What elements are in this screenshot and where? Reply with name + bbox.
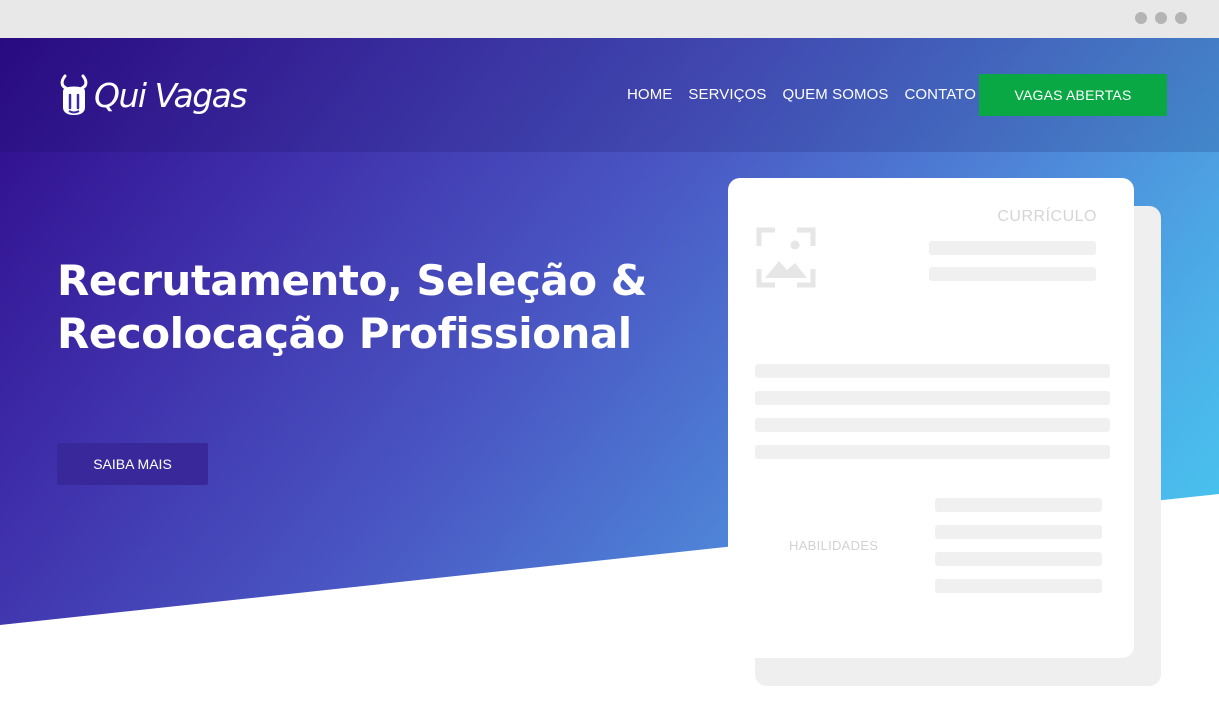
resume-card-title: CURRÍCULO <box>997 208 1097 225</box>
resume-body-line <box>755 391 1110 405</box>
window-control-dot-icon[interactable] <box>1135 12 1147 24</box>
hero-section: Qui Vagas HOME SERVIÇOS QUEM SOMOS CONTA… <box>0 38 1219 702</box>
nav-item-contato[interactable]: CONTATO <box>904 86 976 103</box>
site-logo[interactable]: Qui Vagas <box>56 73 248 117</box>
browser-chrome-bar <box>0 0 1219 38</box>
resume-body-line <box>755 445 1110 459</box>
skills-line <box>935 498 1102 512</box>
resume-header-line <box>929 267 1096 281</box>
bull-logo-icon <box>60 74 88 115</box>
logo-wordmark: Qui Vagas <box>94 75 248 115</box>
nav-item-quem-somos[interactable]: QUEM SOMOS <box>782 86 888 103</box>
image-placeholder-icon <box>756 227 816 288</box>
hero-title: Recrutamento, Seleção & Recolocação Prof… <box>57 256 647 358</box>
window-control-dot-icon[interactable] <box>1155 12 1167 24</box>
main-navigation: HOME SERVIÇOS QUEM SOMOS CONTATO <box>627 86 976 103</box>
skills-line <box>935 525 1102 539</box>
window-control-dot-icon[interactable] <box>1175 12 1187 24</box>
resume-header-line <box>929 241 1096 255</box>
resume-body-line <box>755 418 1110 432</box>
saiba-mais-button[interactable]: SAIBA MAIS <box>57 443 208 485</box>
nav-item-home[interactable]: HOME <box>627 86 672 103</box>
skills-label: HABILIDADES <box>789 538 879 553</box>
nav-item-servicos[interactable]: SERVIÇOS <box>688 86 766 103</box>
skills-line <box>935 552 1102 566</box>
window-controls <box>1135 12 1187 24</box>
vagas-abertas-button[interactable]: VAGAS ABERTAS <box>979 74 1167 116</box>
skills-line <box>935 579 1102 593</box>
resume-card: CURRÍCULO HABILIDADES <box>728 178 1134 658</box>
resume-body-line <box>755 364 1110 378</box>
